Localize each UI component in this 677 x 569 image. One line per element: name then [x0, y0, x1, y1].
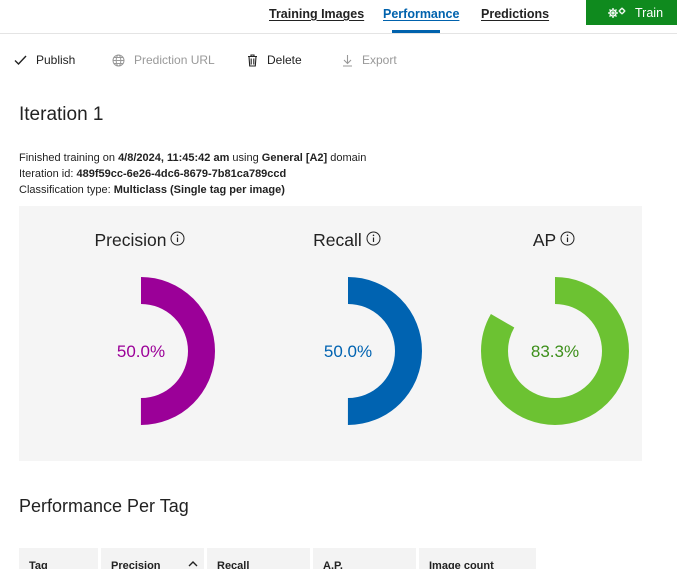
globe-icon	[112, 54, 125, 67]
info-icon[interactable]	[170, 230, 185, 251]
column-header-ap[interactable]: A.P.	[313, 548, 419, 569]
precision-title: Precision	[40, 230, 240, 251]
finished-date: 4/8/2024, 11:45:42 am	[118, 152, 230, 164]
column-header-tag[interactable]: Tag	[19, 548, 101, 569]
prediction-url-label: Prediction URL	[134, 53, 215, 67]
top-navigation: Training Images Performance Predictions …	[0, 0, 677, 34]
precision-donut: 50.0%	[67, 277, 215, 425]
gears-icon	[607, 6, 627, 20]
check-icon	[14, 54, 27, 66]
sort-ascending-icon[interactable]	[188, 558, 198, 569]
ap-label: AP	[532, 230, 557, 250]
performance-per-tag-title: Performance Per Tag	[19, 496, 189, 516]
trash-icon	[247, 53, 258, 67]
classification-type: Multiclass (Single tag per image)	[113, 184, 285, 196]
train-label: Train	[635, 5, 664, 20]
publish-label: Publish	[36, 53, 76, 67]
column-header-image-count[interactable]: Image count	[419, 548, 539, 569]
download-icon	[342, 54, 353, 67]
id-prefix: Iteration id:	[19, 168, 77, 180]
classification-type-line: Classification type: Multiclass (Single …	[19, 184, 285, 196]
publish-button[interactable]: Publish	[14, 50, 75, 70]
column-header-recall[interactable]: Recall	[207, 548, 313, 569]
precision-label: Precision	[94, 230, 167, 250]
training-finished-line: Finished training on 4/8/2024, 11:45:42 …	[19, 152, 366, 164]
delete-label: Delete	[267, 53, 302, 67]
export-button[interactable]: Export	[342, 50, 397, 70]
finished-prefix: Finished training on	[19, 152, 119, 164]
per-tag-table-header: Tag Precision Recall A.P. Image count	[19, 548, 539, 569]
tab-performance[interactable]: Performance	[383, 7, 459, 21]
command-toolbar: Publish Prediction URL Delete Export	[0, 50, 677, 70]
recall-label: Recall	[313, 230, 362, 250]
column-header-precision[interactable]: Precision	[101, 548, 207, 569]
gauge-value-label: 50.0%	[117, 342, 165, 361]
info-icon[interactable]	[366, 230, 381, 251]
iteration-title: Iteration 1	[19, 104, 104, 125]
ap-title: AP	[454, 230, 654, 251]
gauge-value-label: 83.3%	[531, 342, 579, 361]
tab-predictions[interactable]: Predictions	[481, 7, 549, 21]
train-button[interactable]: Train	[586, 0, 677, 25]
using-text: using	[229, 152, 262, 164]
iteration-id-line: Iteration id: 489f59cc-6e26-4dc6-8679-7b…	[19, 168, 286, 180]
tab-training-images[interactable]: Training Images	[269, 7, 364, 21]
domain-suffix: domain	[327, 152, 367, 164]
recall-title: Recall	[247, 230, 447, 251]
metrics-panel: Precision 50.0% Recall 50.0% AP 83.3%	[19, 206, 642, 461]
export-label: Export	[362, 53, 397, 67]
recall-donut: 50.0%	[274, 277, 422, 425]
delete-button[interactable]: Delete	[247, 50, 302, 70]
class-prefix: Classification type:	[19, 184, 114, 196]
column-header-precision-label: Precision	[111, 560, 161, 569]
iteration-id: 489f59cc-6e26-4dc6-8679-7b81ca789ccd	[76, 168, 287, 180]
gauge-value-label: 50.0%	[324, 342, 372, 361]
info-icon[interactable]	[560, 230, 575, 251]
prediction-url-button[interactable]: Prediction URL	[112, 50, 215, 70]
active-tab-indicator	[392, 30, 440, 33]
ap-donut: 83.3%	[481, 277, 629, 425]
domain-name: General [A2]	[261, 152, 328, 164]
